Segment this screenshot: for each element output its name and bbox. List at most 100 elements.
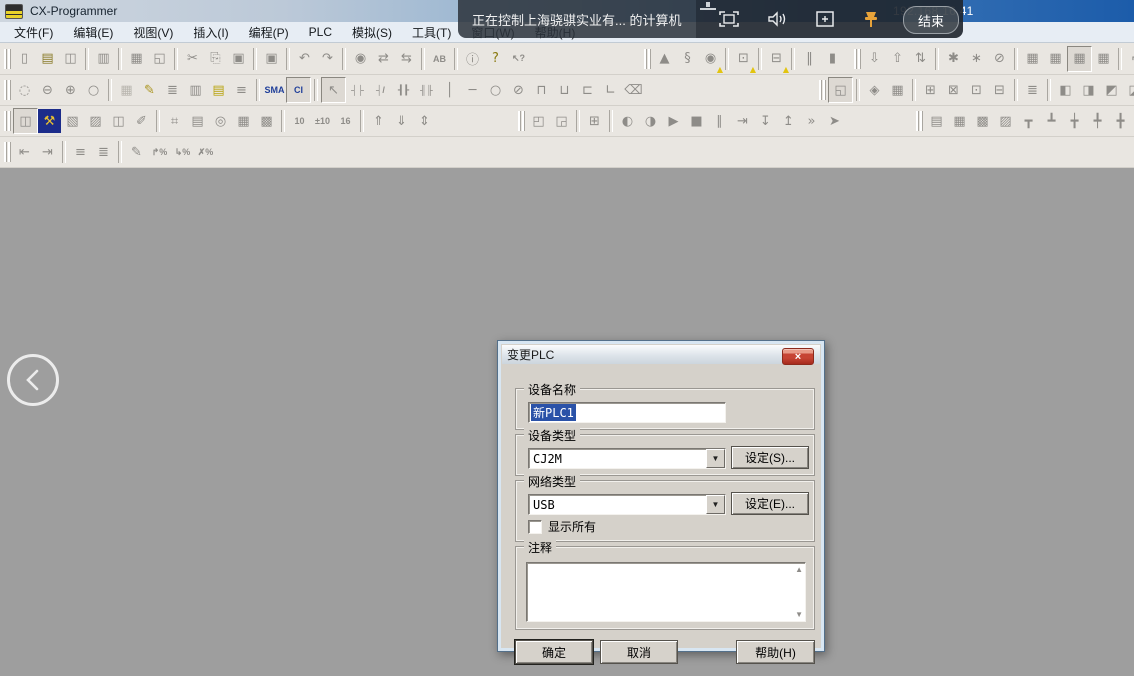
transfer-program-icon[interactable]: ✱: [942, 47, 965, 71]
monitor-window-3-icon[interactable]: ▦: [1067, 46, 1092, 72]
go-to-rung-icon[interactable]: ≣: [92, 140, 115, 164]
symbol-table-icon[interactable]: ▤: [207, 78, 230, 102]
diff-trace-icon[interactable]: ⌐: [1125, 47, 1134, 71]
coil-open-icon[interactable]: ○: [484, 78, 507, 102]
toolbar-drag-handle[interactable]: [854, 49, 861, 69]
differential-set-icon[interactable]: ╇: [1086, 109, 1109, 133]
toolbar-drag-handle[interactable]: [4, 111, 11, 131]
vertical-line-icon[interactable]: │: [438, 78, 461, 102]
fullscreen-icon[interactable]: [716, 7, 742, 31]
print-preview-icon[interactable]: ◱: [148, 47, 171, 71]
ok-button[interactable]: 确定: [515, 640, 593, 664]
contact-down-icon[interactable]: ╢╟: [415, 78, 438, 102]
comment-textarea[interactable]: ▲ ▼: [526, 562, 806, 622]
contact-up-icon[interactable]: ┨┠: [392, 78, 415, 102]
pause-sim-icon[interactable]: ∥: [708, 109, 731, 133]
step-in-icon[interactable]: ↧: [754, 109, 777, 133]
view-symbols-icon[interactable]: ▨: [84, 109, 107, 133]
dialog-titlebar[interactable]: 变更PLC ×: [502, 345, 820, 364]
differential-up-icon[interactable]: ┳: [1017, 109, 1040, 133]
watch-icon[interactable]: ◎: [209, 109, 232, 133]
rung-comment-icon[interactable]: ≣: [161, 78, 184, 102]
pin-icon[interactable]: [858, 7, 884, 31]
verify-icon[interactable]: ⊘: [988, 47, 1011, 71]
insert-row-icon[interactable]: ⊟: [988, 78, 1011, 102]
online-edit-warning-icon[interactable]: ⊡: [732, 47, 755, 71]
continuous-step-icon[interactable]: »: [800, 109, 823, 133]
zoom-fit-icon[interactable]: ◌: [13, 78, 36, 102]
network-type-combobox[interactable]: USB ▼: [528, 494, 726, 515]
replace-icon[interactable]: ⇄: [372, 47, 395, 71]
properties-icon[interactable]: ✐: [130, 109, 153, 133]
io-table-icon[interactable]: ▦: [232, 109, 255, 133]
monitor-window-4-icon[interactable]: ▦: [1092, 47, 1115, 71]
download-to-plc-icon[interactable]: ⇩: [863, 47, 886, 71]
delete-rung-icon[interactable]: ⊠: [942, 78, 965, 102]
help-icon[interactable]: ?: [484, 47, 507, 71]
window-right-icon[interactable]: ◨: [1077, 78, 1100, 102]
toolbar-drag-handle[interactable]: [916, 111, 923, 131]
save-layout-icon[interactable]: ◰: [527, 109, 550, 133]
chevron-down-icon[interactable]: ▼: [706, 495, 725, 514]
build-icon[interactable]: ⚒: [38, 109, 61, 133]
stack-view-icon[interactable]: ◈: [863, 78, 886, 102]
transfer-options-icon[interactable]: ⊞: [583, 109, 606, 133]
simulator-online-icon[interactable]: §: [676, 47, 699, 71]
mode-monitor-icon[interactable]: ◑: [639, 109, 662, 133]
instruction-icon[interactable]: ⊓: [530, 78, 553, 102]
show-all-checkbox[interactable]: [528, 520, 542, 534]
help-button[interactable]: 帮助(H): [736, 640, 815, 664]
indent-left-icon[interactable]: ⇤: [13, 140, 36, 164]
decimal-icon[interactable]: 10: [288, 109, 311, 133]
pause-icon[interactable]: ▮: [821, 47, 844, 71]
find-icon[interactable]: ◉: [349, 47, 372, 71]
tree-view-icon[interactable]: ≣: [1021, 78, 1044, 102]
hex-icon[interactable]: 16: [334, 109, 357, 133]
force-off-icon[interactable]: ⇓: [390, 109, 413, 133]
comment-icon[interactable]: ✎: [138, 78, 161, 102]
toolbar-drag-handle[interactable]: [4, 49, 11, 69]
find-next-icon[interactable]: ⇆: [395, 47, 418, 71]
transfer-settings-icon[interactable]: ∗: [965, 47, 988, 71]
grid-icon[interactable]: ▦: [115, 78, 138, 102]
schedule-view-icon[interactable]: ▦: [886, 78, 909, 102]
step-run-icon[interactable]: ⇥: [731, 109, 754, 133]
force-on-icon[interactable]: ⇑: [367, 109, 390, 133]
coil-closed-icon[interactable]: ⊘: [507, 78, 530, 102]
overlay-drag-handle-icon[interactable]: [700, 2, 716, 10]
compile-check-icon[interactable]: ▥: [92, 47, 115, 71]
toolbar-drag-handle[interactable]: [819, 80, 826, 100]
back-button[interactable]: [7, 354, 59, 406]
contact-closed-icon[interactable]: ┤/: [369, 78, 392, 102]
force-on-b-icon[interactable]: ↱%: [148, 140, 171, 164]
sma-library-icon[interactable]: SMA: [263, 78, 286, 102]
open-file-icon[interactable]: ▤: [36, 47, 59, 71]
force-cancel-icon[interactable]: ⇕: [413, 109, 436, 133]
copy-icon[interactable]: ⎘: [204, 47, 227, 71]
network-type-settings-button[interactable]: 设定(E)...: [731, 492, 809, 515]
chevron-down-icon[interactable]: ▼: [706, 449, 725, 468]
io-comment-icon[interactable]: ▥: [184, 78, 207, 102]
cancel-button[interactable]: 取消: [600, 640, 678, 664]
menu-item-program[interactable]: 编程(P): [239, 22, 299, 43]
window-left-icon[interactable]: ◧: [1054, 78, 1077, 102]
context-help-icon[interactable]: ↖?: [507, 47, 530, 71]
paste-icon[interactable]: ▣: [227, 47, 250, 71]
zoom-out-icon[interactable]: ⊖: [36, 78, 59, 102]
address-reference-icon[interactable]: ▤: [186, 109, 209, 133]
insert-rung-below-icon[interactable]: ⊡: [965, 78, 988, 102]
function-block-icon[interactable]: ⊏: [576, 78, 599, 102]
scroll-down-icon[interactable]: ▼: [795, 610, 803, 619]
mode-program-icon[interactable]: ◐: [616, 109, 639, 133]
step-out-icon[interactable]: ↥: [777, 109, 800, 133]
memory-area-3-icon[interactable]: ▩: [971, 109, 994, 133]
contact-open-icon[interactable]: ┤├: [346, 78, 369, 102]
device-type-combobox[interactable]: CJ2M ▼: [528, 448, 726, 469]
toolbar-drag-handle[interactable]: [4, 80, 11, 100]
cut-icon[interactable]: ✂: [181, 47, 204, 71]
horizontal-line-icon[interactable]: ─: [461, 78, 484, 102]
window-check-icon[interactable]: ◪: [1123, 78, 1134, 102]
monitor-window-2-icon[interactable]: ▦: [1044, 47, 1067, 71]
watch-window-icon[interactable]: ◱: [828, 77, 853, 103]
menu-item-insert[interactable]: 插入(I): [183, 22, 238, 43]
